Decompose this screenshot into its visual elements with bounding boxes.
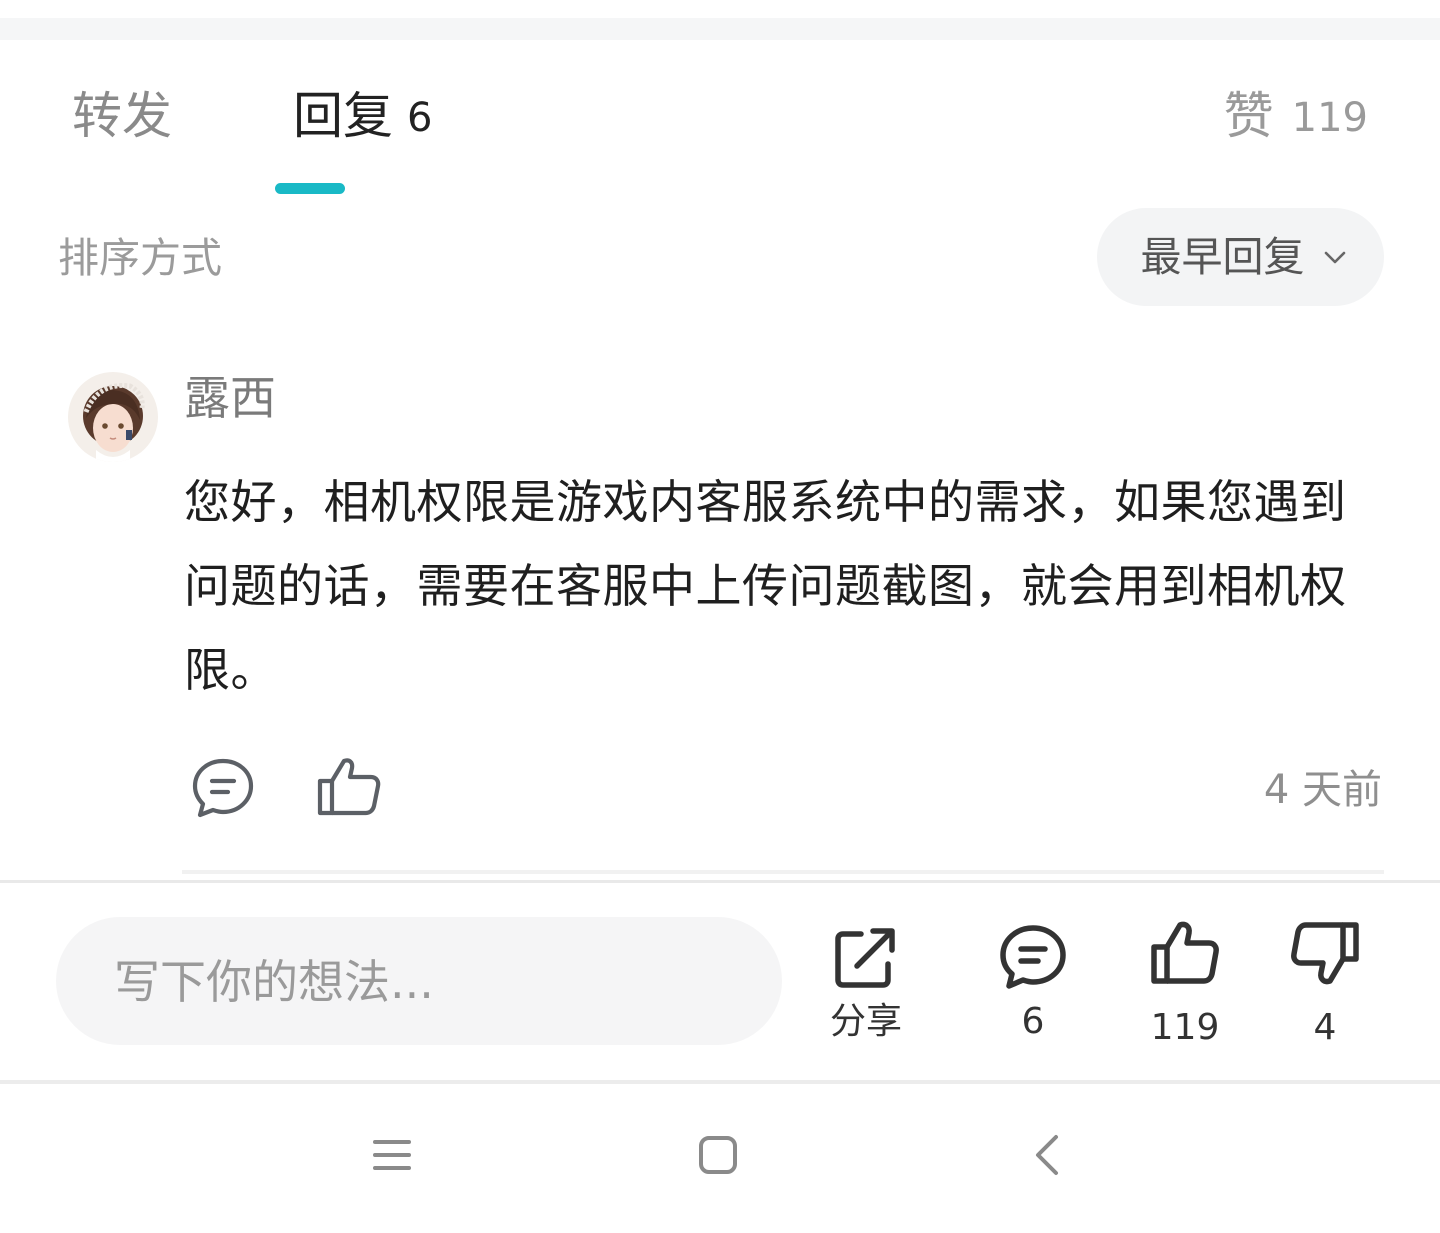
section-divider — [0, 880, 1440, 883]
top-strip — [0, 0, 1440, 40]
tab-reply-label: 回复 — [293, 87, 393, 145]
chevron-down-icon — [1324, 251, 1345, 264]
tab-like-count: 119 — [1291, 95, 1368, 141]
tab-repost-label: 转发 — [72, 87, 172, 145]
share-icon — [835, 928, 895, 988]
home-icon[interactable] — [688, 1125, 748, 1185]
comments-button[interactable]: 6 — [978, 922, 1088, 1044]
menu-icon[interactable] — [362, 1125, 422, 1185]
likes-count: 119 — [1150, 1007, 1220, 1048]
tab-reply-count: 6 — [407, 95, 433, 141]
avatar-image — [68, 372, 158, 462]
thumbs-down-icon — [1291, 922, 1359, 985]
active-tab-indicator — [275, 183, 345, 194]
comment-input-placeholder: 写下你的想法... — [114, 955, 434, 1009]
back-icon[interactable] — [1018, 1125, 1078, 1185]
like-button[interactable]: 119 — [1130, 918, 1240, 1050]
share-button[interactable]: 分享 — [811, 922, 921, 1044]
sort-dropdown-button[interactable]: 最早回复 — [1097, 208, 1384, 306]
bottom-bar-divider — [0, 1080, 1440, 1084]
chat-bubble-icon[interactable] — [190, 755, 256, 821]
dislikes-count: 4 — [1313, 1007, 1337, 1048]
comments-count: 6 — [1021, 1001, 1045, 1042]
share-label: 分享 — [829, 1001, 902, 1042]
comment-divider — [182, 870, 1384, 874]
avatar[interactable] — [68, 372, 158, 462]
tab-reply[interactable]: 回复 6 — [293, 84, 432, 152]
sort-label: 排序方式 — [58, 234, 222, 282]
top-separator-band — [0, 18, 1440, 40]
tab-like[interactable]: 赞 119 — [1224, 84, 1368, 152]
sort-selected-label: 最早回复 — [1140, 233, 1305, 281]
comment-input[interactable]: 写下你的想法... — [56, 917, 782, 1045]
thumbs-up-icon — [1151, 921, 1219, 984]
tab-repost[interactable]: 转发 — [72, 84, 172, 148]
thumbs-up-icon[interactable] — [316, 753, 382, 819]
comment-timestamp: 4 天前 — [1263, 767, 1382, 813]
tab-like-label: 赞 — [1223, 87, 1274, 145]
comment-username[interactable]: 露西 — [184, 369, 276, 427]
comment-body: 您好，相机权限是游戏内客服系统中的需求，如果您遇到问题的话，需要在客服中上传问题… — [184, 475, 1347, 697]
dislike-button[interactable]: 4 — [1270, 918, 1380, 1050]
chat-bubble-icon — [1000, 925, 1066, 989]
